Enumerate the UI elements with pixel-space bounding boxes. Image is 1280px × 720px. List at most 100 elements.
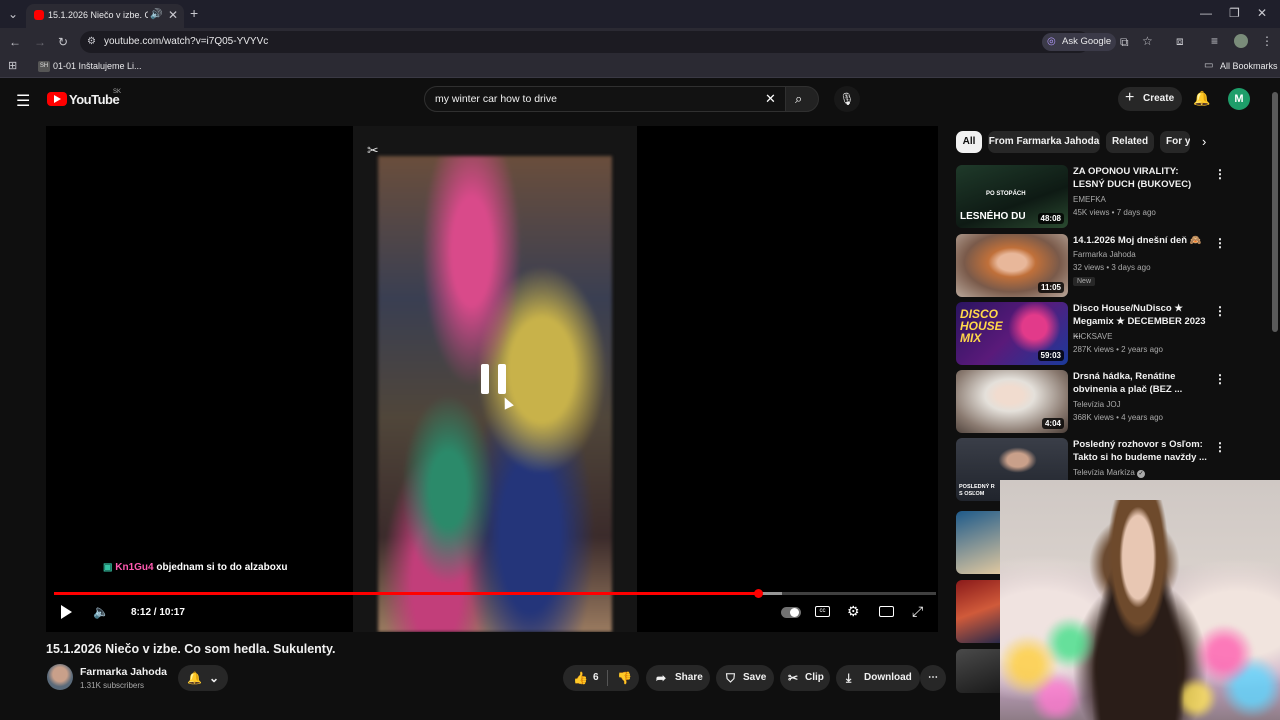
- chip-for-you[interactable]: For y: [1160, 131, 1190, 153]
- theater-mode-icon[interactable]: [879, 606, 894, 617]
- subscribed-button[interactable]: 🔔 ⌄: [178, 665, 228, 691]
- address-text[interactable]: youtube.com/watch?v=i7Q05-YVYVc: [104, 36, 268, 47]
- rec-channel[interactable]: Televízia Markíza ✓: [1073, 468, 1146, 478]
- search-box[interactable]: my winter car how to drive ✕: [424, 86, 786, 112]
- rec-meta: 287K views • 2 years ago: [1073, 345, 1163, 354]
- download-button[interactable]: ⤓ Download: [836, 665, 920, 691]
- rec-thumbnail-partial[interactable]: [956, 511, 1000, 574]
- subtitles-icon[interactable]: cc: [815, 606, 830, 617]
- time-display: 8:12 / 10:17: [131, 607, 185, 618]
- chat-overlay: ▣ Kn1Gu4 objednam si to do alzaboxu: [103, 562, 287, 573]
- rec-title[interactable]: Drsná hádka, Renátine obvinenia a plač (…: [1073, 370, 1211, 396]
- more-actions-icon[interactable]: ⋯: [920, 665, 946, 691]
- forward-icon[interactable]: →: [34, 36, 46, 48]
- create-button[interactable]: + Create: [1118, 87, 1182, 111]
- channel-name[interactable]: Farmarka Jahoda: [80, 666, 167, 678]
- rec-duration: 48:08: [1037, 213, 1064, 224]
- rec-channel[interactable]: EMEFKA: [1073, 195, 1106, 204]
- rec-more-icon[interactable]: ⋮: [1214, 304, 1226, 318]
- restore-icon[interactable]: ❐: [1229, 7, 1240, 19]
- save-button[interactable]: ⛉ Save: [716, 665, 774, 691]
- rec-more-icon[interactable]: ⋮: [1214, 236, 1226, 250]
- cast-icon[interactable]: ⧉: [1120, 36, 1129, 48]
- pause-overlay-left-bar: [481, 364, 489, 394]
- clip-button[interactable]: ✂ Clip: [780, 665, 830, 691]
- rec-thumbnail[interactable]: DISCO HOUSE MIX 59:03: [956, 302, 1068, 365]
- youtube-logo-icon[interactable]: [47, 92, 67, 106]
- minimize-icon[interactable]: —: [1200, 7, 1212, 19]
- new-tab-icon[interactable]: +: [190, 6, 198, 20]
- browser-tab-active[interactable]: 15.1.2026 Niečo v izbe. Co 🔊 ✕: [26, 4, 184, 28]
- autoplay-toggle[interactable]: [781, 607, 801, 618]
- chip-from-channel[interactable]: From Farmarka Jahoda: [988, 131, 1100, 153]
- rec-more-icon[interactable]: ⋮: [1214, 440, 1226, 454]
- browser-menu-icon[interactable]: ⋮: [1261, 35, 1273, 47]
- chip-related[interactable]: Related: [1106, 131, 1154, 153]
- play-button-icon[interactable]: [61, 605, 72, 619]
- chip-all[interactable]: All: [956, 131, 982, 153]
- share-button[interactable]: ➦ Share: [646, 665, 710, 691]
- profile-avatar-icon[interactable]: [1234, 34, 1248, 48]
- progress-scrubber[interactable]: [753, 589, 763, 598]
- pause-overlay-right-bar: [498, 364, 506, 394]
- video-frame[interactable]: ✂: [353, 126, 637, 632]
- rec-duration: 4:04: [1041, 418, 1064, 429]
- voice-search-icon[interactable]: 🎙: [834, 86, 860, 112]
- bookmark-item[interactable]: 01-01 Inštalujeme Li...: [53, 61, 142, 71]
- apps-grid-icon[interactable]: ⊞: [8, 60, 17, 72]
- tab-title: 15.1.2026 Niečo v izbe. Co: [48, 10, 148, 20]
- rec-channel[interactable]: KICKSAVE: [1073, 332, 1112, 341]
- dislike-icon[interactable]: 👎: [617, 665, 632, 691]
- extensions-icon[interactable]: ⧈: [1176, 35, 1184, 47]
- fullscreen-icon[interactable]: ⤢: [912, 603, 923, 620]
- chips-next-chevron-icon[interactable]: ›: [1202, 134, 1206, 149]
- youtube-logo-text[interactable]: YouTube: [69, 92, 120, 107]
- tab-audio-icon[interactable]: 🔊: [150, 9, 162, 21]
- rec-thumb-text: DISCO HOUSE MIX: [960, 307, 1003, 345]
- clear-search-icon[interactable]: ✕: [765, 91, 776, 107]
- site-info-icon[interactable]: ⚙: [87, 36, 96, 48]
- rec-thumbnail[interactable]: 4:04: [956, 370, 1068, 433]
- ask-google-label: Ask Google: [1062, 36, 1112, 47]
- rec-thumbnail[interactable]: PO STOPÁCH LESNÉHO DU 48:08: [956, 165, 1068, 228]
- rec-title[interactable]: ZA OPONOU VIRALITY: LESNÝ DUCH (BUKOVEC): [1073, 165, 1211, 191]
- channel-avatar[interactable]: [47, 664, 73, 690]
- window-close-icon[interactable]: ✕: [1257, 7, 1267, 19]
- video-content: [378, 156, 612, 632]
- rec-title[interactable]: Posledný rozhovor s Osľom: Takto si ho b…: [1073, 438, 1211, 464]
- bookmark-star-icon[interactable]: ☆: [1142, 35, 1153, 47]
- search-input[interactable]: my winter car how to drive: [435, 93, 557, 105]
- recommendation-item[interactable]: 11:05 14.1.2026 Moj dnešní deň 🙈 Farmark…: [956, 234, 1256, 298]
- rec-title[interactable]: 14.1.2026 Moj dnešní deň 🙈: [1073, 234, 1211, 247]
- notifications-bell-icon[interactable]: 🔔: [1193, 90, 1210, 107]
- page-scrollbar[interactable]: [1272, 92, 1278, 332]
- rec-thumbnail-partial[interactable]: [956, 649, 1000, 693]
- tab-close-icon[interactable]: ✕: [168, 9, 178, 21]
- progress-played: [54, 592, 758, 595]
- ask-google-button[interactable]: Ask Google ◎: [1042, 33, 1116, 51]
- rec-channel[interactable]: Farmarka Jahoda: [1073, 250, 1136, 259]
- autoplay-knob: [790, 608, 799, 617]
- volume-icon[interactable]: 🔈: [93, 604, 109, 620]
- hamburger-menu-icon[interactable]: ☰: [16, 91, 30, 111]
- media-controls-icon[interactable]: ≡: [1211, 35, 1218, 47]
- tab-list-chevron-icon[interactable]: ⌄: [8, 8, 18, 20]
- rec-more-icon[interactable]: ⋮: [1214, 167, 1226, 181]
- recommendation-item[interactable]: DISCO HOUSE MIX 59:03 Disco House/NuDisc…: [956, 302, 1256, 366]
- back-icon[interactable]: ←: [9, 36, 21, 48]
- account-avatar[interactable]: M: [1228, 88, 1250, 110]
- like-count[interactable]: 6: [593, 665, 599, 691]
- rec-thumbnail-partial[interactable]: [956, 580, 1000, 643]
- rec-more-icon[interactable]: ⋮: [1214, 372, 1226, 386]
- settings-gear-icon[interactable]: ⚙: [847, 603, 860, 620]
- youtube-favicon-icon: [34, 10, 44, 20]
- address-bar[interactable]: ⚙ youtube.com/watch?v=i7Q05-YVYVc Ask Go…: [80, 31, 1116, 53]
- search-button[interactable]: ⌕: [785, 86, 819, 112]
- recommendation-item[interactable]: PO STOPÁCH LESNÉHO DU 48:08 ZA OPONOU VI…: [956, 165, 1256, 229]
- all-bookmarks[interactable]: All Bookmarks: [1220, 61, 1278, 71]
- reload-icon[interactable]: ↻: [58, 36, 68, 48]
- rec-channel[interactable]: Televízia JOJ: [1073, 400, 1121, 409]
- like-icon[interactable]: 👍: [573, 665, 588, 691]
- rec-thumbnail[interactable]: 11:05: [956, 234, 1068, 297]
- recommendation-item[interactable]: 4:04 Drsná hádka, Renátine obvinenia a p…: [956, 370, 1256, 434]
